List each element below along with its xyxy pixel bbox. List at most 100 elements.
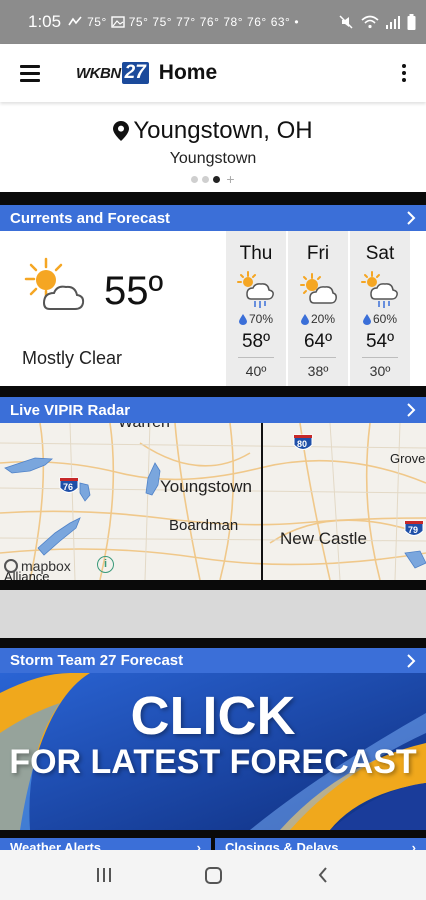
dot-icon: •: [294, 15, 300, 29]
card-divider: [0, 638, 426, 648]
notification-icons: 75° 75° 75° 77° 76° 78° 76° 63° •: [67, 15, 299, 29]
pager-dot-active[interactable]: [213, 176, 221, 183]
spacer: [0, 590, 426, 638]
battery-icon: [407, 14, 416, 30]
mute-icon: [339, 15, 353, 29]
notif-temp-8: 63°: [270, 15, 291, 29]
forecast-day-label: Thu: [239, 243, 273, 264]
chevron-right-icon: [407, 403, 416, 417]
more-options-icon[interactable]: [402, 64, 406, 82]
image-icon: [111, 16, 125, 28]
notif-temp-5: 76°: [199, 15, 220, 29]
mapbox-logo-icon: [4, 559, 18, 573]
mapbox-attribution[interactable]: mapbox: [4, 558, 71, 574]
chevron-right-icon: [407, 653, 416, 668]
radar-map[interactable]: 76 80 79 Warren Youngstown Boardman New …: [0, 423, 426, 580]
banner-headline: CLICK: [130, 686, 296, 746]
location-title: Youngstown, OH: [133, 117, 313, 144]
weather-notification-icon: [68, 16, 82, 26]
notif-temp-1: 75°: [87, 15, 107, 29]
notif-temp-4: 77°: [176, 15, 196, 29]
map-label-new-castle: New Castle: [280, 529, 367, 548]
card-divider: [0, 192, 426, 205]
partly-cloudy-sun-icon: [24, 257, 85, 310]
map-roads: [0, 423, 426, 580]
notif-temp-3: 75°: [152, 15, 173, 29]
forecast-day-fri[interactable]: Fri 20% 64º 38º: [288, 231, 348, 386]
location-pin-icon: [113, 121, 130, 141]
notif-temp-2: 75°: [128, 15, 149, 29]
forecast-low: 38º: [307, 363, 329, 379]
forecast-high: 64º: [303, 331, 333, 352]
station-logo: WKBN 27: [76, 62, 149, 84]
storm-team-header[interactable]: Storm Team 27 Forecast: [0, 648, 426, 673]
currents-forecast-title: Currents and Forecast: [10, 209, 171, 227]
notif-temp-6: 78°: [223, 15, 244, 29]
raindrop-icon: [362, 313, 371, 325]
map-label-youngstown: Youngstown: [160, 477, 253, 496]
status-right: [338, 14, 416, 30]
app-screen: 1:05 75° 75° 75° 77° 76° 78° 76° 63° • W…: [0, 0, 426, 900]
system-nav-bar: [0, 850, 426, 900]
currents-forecast-header[interactable]: Currents and Forecast: [0, 205, 426, 231]
location-title-row: Youngstown, OH: [0, 117, 426, 145]
banner-subheadline: FOR LATEST FORECAST: [9, 743, 417, 781]
page-title: Home: [158, 61, 218, 84]
menu-icon[interactable]: [20, 64, 40, 82]
map-label-grove: Grove: [390, 451, 426, 466]
map-label-warren: Warren: [118, 423, 170, 432]
raindrop-icon: [300, 313, 309, 325]
shield-79-label: 79: [408, 525, 419, 535]
current-temperature: 55º: [104, 269, 164, 313]
precip-percent: 60%: [372, 312, 398, 326]
precip-percent: 70%: [248, 312, 274, 326]
forecast-low: 40º: [245, 363, 267, 379]
partly-sunny-cloudy-icon: [300, 273, 337, 304]
status-time: 1:05: [28, 12, 62, 31]
home-icon[interactable]: [205, 866, 223, 884]
location-subtitle: Youngstown: [169, 150, 257, 167]
location-header[interactable]: Youngstown, OH Youngstown +: [0, 102, 426, 192]
partly-sunny-rain-icon: [237, 271, 274, 308]
location-pager[interactable]: +: [0, 172, 426, 186]
status-bar: 1:05 75° 75° 75° 77° 76° 78° 76° 63° •: [0, 0, 426, 44]
shield-76-label: 76: [63, 482, 74, 492]
map-label-boardman: Boardman: [169, 517, 239, 534]
notif-temp-7: 76°: [247, 15, 267, 29]
forecast-high: 54º: [365, 331, 395, 352]
card-divider: [0, 580, 426, 590]
forecast-high: 58º: [241, 331, 271, 352]
forecast-day-sat[interactable]: Sat 60% 54º 30º: [350, 231, 410, 386]
chevron-right-icon: [407, 211, 416, 225]
storm-team-title: Storm Team 27 Forecast: [10, 652, 184, 669]
partly-sunny-rain-icon: [361, 271, 398, 308]
mapbox-text: mapbox: [21, 558, 71, 574]
divider: [238, 357, 274, 358]
pager-dot[interactable]: [202, 176, 210, 183]
signal-icon: [386, 16, 400, 29]
forecast-day-label: Fri: [306, 243, 330, 264]
logo-number: 27: [121, 62, 149, 84]
forecast-banner[interactable]: CLICK FOR LATEST FORECAST: [0, 673, 426, 830]
forecast-low: 30º: [369, 363, 391, 379]
currents-card[interactable]: 55º Mostly Clear Thu 70% 58º 40º Fri 20%…: [0, 231, 426, 386]
info-icon[interactable]: i: [97, 556, 114, 573]
pager-dot[interactable]: [191, 176, 199, 183]
raindrop-icon: [238, 313, 247, 325]
divider: [300, 357, 336, 358]
forecast-day-label: Sat: [365, 243, 395, 264]
add-location-icon[interactable]: +: [226, 172, 234, 186]
back-icon[interactable]: [317, 866, 329, 884]
recents-icon[interactable]: [97, 868, 112, 882]
forecast-precip: 60%: [350, 312, 410, 326]
forecast-precip: 70%: [226, 312, 286, 326]
forecast-precip: 20%: [288, 312, 348, 326]
logo-text: WKBN: [76, 64, 121, 82]
current-conditions: 55º Mostly Clear: [0, 231, 224, 386]
card-divider: [0, 386, 426, 397]
radar-header[interactable]: Live VIPIR Radar: [0, 397, 426, 423]
radar-title: Live VIPIR Radar: [10, 401, 131, 419]
divider: [362, 357, 398, 358]
wifi-icon: [361, 15, 379, 29]
forecast-day-thu[interactable]: Thu 70% 58º 40º: [226, 231, 286, 386]
